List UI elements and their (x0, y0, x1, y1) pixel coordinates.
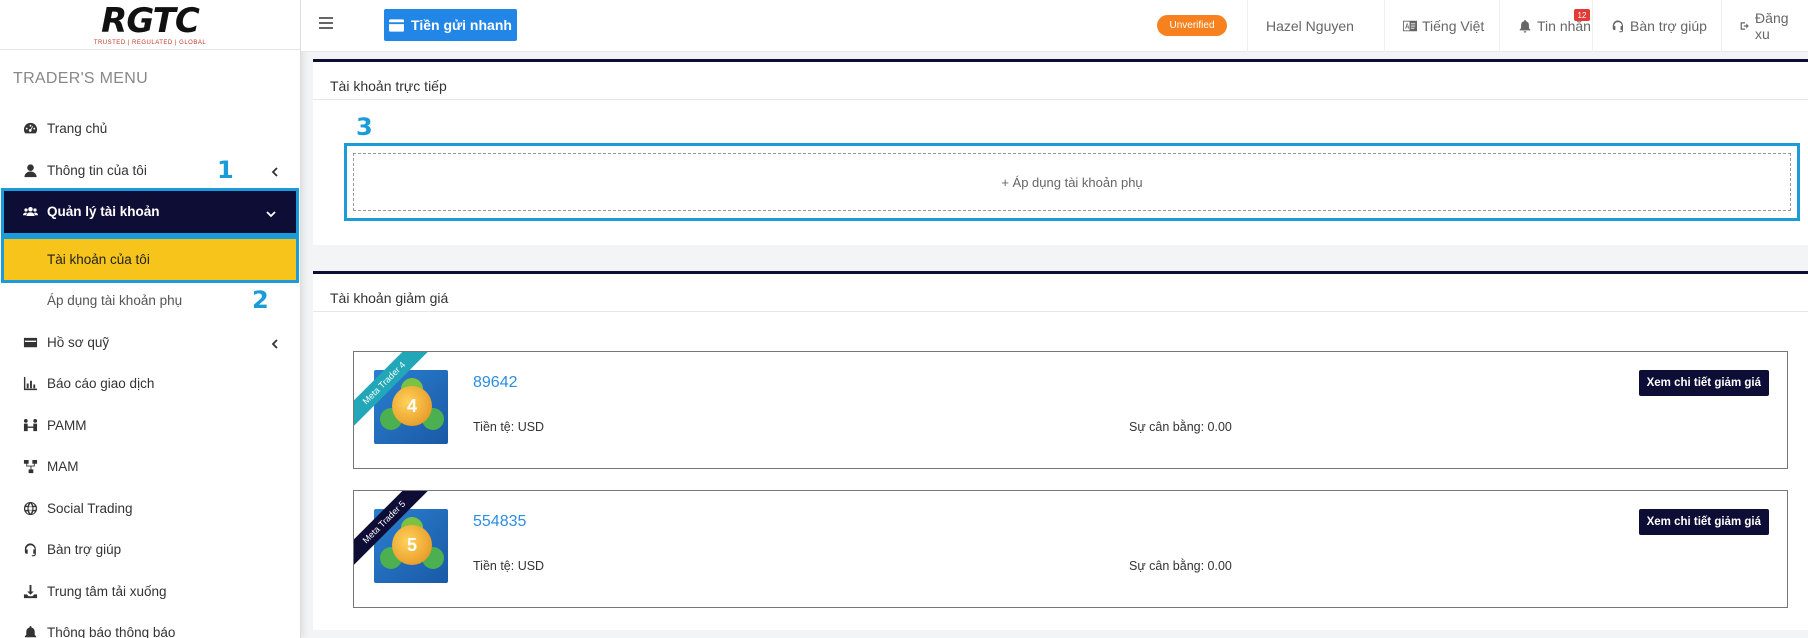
sidebar-item-label: PAMM (47, 417, 87, 433)
download-icon (22, 583, 39, 600)
sidebar-item-label: Social Trading (47, 500, 133, 516)
headset-icon (1612, 20, 1623, 33)
sidebar-item-fund-records[interactable]: Hồ sơ quỹ (0, 322, 300, 364)
bell-icon (1519, 19, 1531, 33)
sidebar-item-home[interactable]: Trang chủ (0, 108, 300, 150)
rebate-account-card: 5 Meta Trader 5 554835 Tiền tệ: USD Sự c… (353, 490, 1788, 608)
chevron-left-icon (270, 165, 280, 177)
sidebar-item-social-trading[interactable]: Social Trading (0, 488, 300, 530)
account-number-link[interactable]: 554835 (473, 513, 526, 531)
verification-status-badge[interactable]: Unverified (1157, 15, 1227, 36)
account-balance: Sự cân bằng: 0.00 (1129, 559, 1232, 573)
topbar: Tiền gửi nhanh Unverified Hazel Nguyen T… (301, 0, 1808, 52)
sidebar-item-label: Thông báo thông báo (47, 625, 176, 638)
rebate-accounts-title: Tài khoản giảm giá (313, 274, 1808, 312)
platform-ribbon-label: Meta Trader 4 (354, 352, 433, 432)
sidebar-item-my-accounts[interactable]: Tài khoản của tôi (1, 235, 299, 283)
language-label: Tiếng Việt (1422, 18, 1485, 34)
sidebar-item-label: Áp dụng tài khoản phụ (47, 293, 183, 309)
account-balance: Sự cân bằng: 0.00 (1129, 420, 1232, 434)
sidebar-item-label: Báo cáo giao dịch (47, 376, 155, 392)
support-menu[interactable]: Bàn trợ giúp (1592, 0, 1725, 52)
dashboard-icon (22, 120, 39, 137)
sidebar-item-apply-sub-account[interactable]: Áp dụng tài khoản phụ 2 (0, 280, 300, 322)
user-name: Hazel Nguyen (1266, 18, 1354, 34)
menu-title: TRADER'S MENU (13, 70, 148, 87)
sidebar-item-label: MAM (47, 459, 79, 475)
apply-sub-account-button[interactable]: + Áp dụng tài khoản phụ (353, 153, 1791, 211)
platform-ribbon: Meta Trader 5 (354, 491, 434, 571)
sidebar-item-notifications[interactable]: Thông báo thông báo (0, 612, 300, 638)
network-icon (22, 458, 39, 475)
messages-count-badge: 12 (1574, 9, 1590, 21)
credit-card-icon (389, 18, 405, 32)
account-currency: Tiền tệ: USD (473, 420, 545, 434)
quick-deposit-label: Tiền gửi nhanh (411, 17, 512, 33)
apply-sub-account-box[interactable]: + Áp dụng tài khoản phụ (344, 143, 1800, 221)
sidebar-item-help-desk[interactable]: Bàn trợ giúp (0, 529, 300, 571)
sidebar: RGTC TRUSTED | REGULATED | GLOBAL TRADER… (0, 0, 301, 638)
sidebar-item-label: Tài khoản của tôi (47, 251, 150, 267)
sidebar-item-label: Bàn trợ giúp (47, 542, 122, 558)
sidebar-menu: Trang chủ Thông tin của tôi 1 Quản lý tà… (0, 108, 300, 638)
quick-deposit-button[interactable]: Tiền gửi nhanh (384, 9, 517, 41)
chevron-left-icon (270, 337, 280, 349)
logo-tagline: TRUSTED | REGULATED | GLOBAL (93, 39, 207, 46)
globe-icon (22, 500, 39, 517)
sign-out-icon (1740, 22, 1749, 30)
view-rebate-details-button[interactable]: Xem chi tiết giảm giá (1638, 509, 1769, 535)
logo-text: RGTC (101, 0, 200, 41)
sidebar-item-label: Trang chủ (47, 121, 108, 137)
sidebar-item-label: Thông tin của tôi (47, 162, 147, 178)
user-name-menu[interactable]: Hazel Nguyen (1247, 0, 1372, 52)
account-number-link[interactable]: 89642 (473, 374, 518, 392)
sidebar-item-mam[interactable]: MAM (0, 446, 300, 488)
sidebar-item-label: Hồ sơ quỹ (47, 334, 110, 350)
headset-icon (22, 541, 39, 558)
sidebar-item-account-management[interactable]: Quản lý tài khoản (1, 188, 299, 236)
sidebar-item-pamm[interactable]: PAMM (0, 405, 300, 447)
annotation-marker-2: 2 (252, 286, 269, 314)
sidebar-item-label: Quản lý tài khoản (47, 204, 160, 220)
view-rebate-details-button[interactable]: Xem chi tiết giảm giá (1638, 370, 1769, 396)
sidebar-item-download-center[interactable]: Trung tâm tải xuống (0, 571, 300, 613)
logout-link[interactable]: Đăng xu (1721, 0, 1808, 52)
apply-sub-account-label: + Áp dụng tài khoản phụ (1001, 174, 1143, 190)
annotation-marker-3: 3 (356, 113, 373, 141)
sidebar-item-trade-reports[interactable]: Báo cáo giao dịch (0, 363, 300, 405)
support-label: Bàn trợ giúp (1630, 18, 1707, 34)
live-accounts-title: Tài khoản trực tiếp (313, 62, 1808, 100)
users-icon (22, 203, 39, 220)
bell-icon (22, 624, 39, 638)
rebate-account-card: 4 Meta Trader 4 89642 Tiền tệ: USD Sự câ… (353, 351, 1788, 469)
chevron-down-icon (266, 207, 276, 218)
platform-ribbon: Meta Trader 4 (354, 352, 434, 432)
brand-logo[interactable]: RGTC TRUSTED | REGULATED | GLOBAL (94, 4, 206, 46)
user-icon (22, 162, 39, 179)
language-icon (1403, 20, 1417, 32)
logo-area: RGTC TRUSTED | REGULATED | GLOBAL (0, 0, 300, 50)
annotation-marker-1: 1 (217, 155, 234, 184)
pamm-icon (22, 417, 39, 434)
hamburger-menu-icon[interactable] (319, 17, 333, 29)
language-selector[interactable]: Tiếng Việt (1384, 0, 1502, 52)
credit-card-icon (22, 334, 39, 351)
account-currency: Tiền tệ: USD (473, 559, 545, 573)
bar-chart-icon (22, 375, 39, 392)
sidebar-item-label: Trung tâm tải xuống (47, 583, 167, 599)
logout-label: Đăng xu (1755, 10, 1789, 42)
platform-ribbon-label: Meta Trader 5 (354, 491, 433, 571)
sidebar-item-my-info[interactable]: Thông tin của tôi 1 (0, 150, 300, 192)
